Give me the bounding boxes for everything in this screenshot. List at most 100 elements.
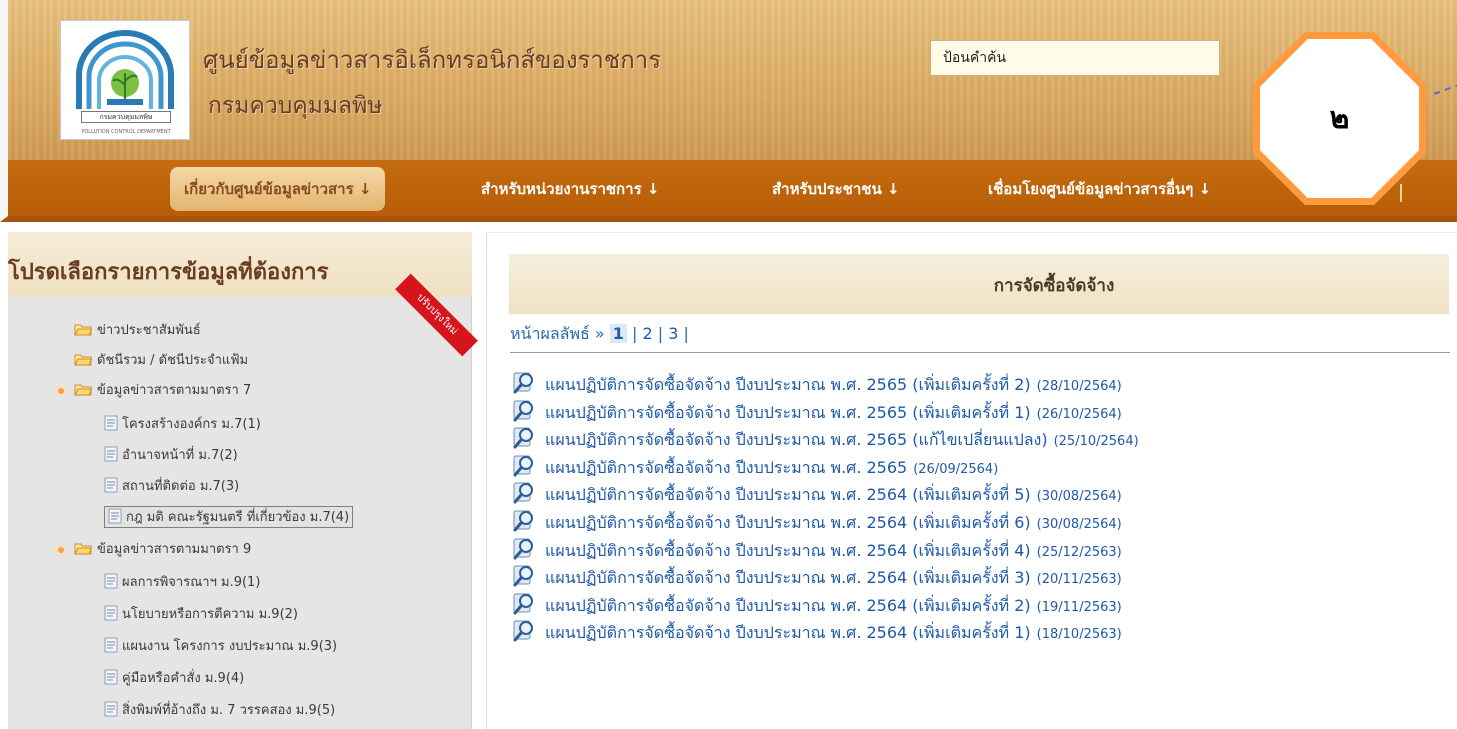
sidebar-item-label: นโยบายหรือการตีความ ม.9(2) [122, 607, 298, 622]
sidebar-item-9-2[interactable]: นโยบายหรือการตีความ ม.9(2) [104, 604, 298, 626]
document-title: แผนปฏิบัติการจัดซื้อจัดจ้าง ปีงบประมาณ พ… [545, 402, 1031, 422]
nav-for-government-agencies[interactable]: สำหรับหน่วยงานราชการ ↓ [481, 167, 659, 211]
folder-icon [74, 384, 92, 396]
logo-arch-icon [76, 30, 174, 109]
pager-separator: | [683, 324, 689, 343]
sidebar-item-label: สิ่งพิมพ์ที่อ้างถึง ม. 7 วรรคสอง ม.9(5) [122, 703, 336, 718]
document-title: แผนปฏิบัติการจัดซื้อจัดจ้าง ปีงบประมาณ พ… [545, 485, 1031, 505]
sidebar-item-7-1[interactable]: โครงสร้างองค์กร ม.7(1) [104, 414, 261, 436]
sidebar-item-9-1[interactable]: ผลการพิจารณาฯ ม.9(1) [104, 572, 260, 594]
sidebar-item-label: ผลการพิจารณาฯ ม.9(1) [122, 575, 261, 590]
sidebar-item-9-5[interactable]: สิ่งพิมพ์ที่อ้างถึง ม. 7 วรรคสอง ม.9(5) [104, 700, 335, 722]
main-nav: เกี่ยวกับศูนย์ข้อมูลข่าวสาร ↓ สำหรับหน่ว… [0, 160, 1457, 222]
logo-caption: กรมควบคุมมลพิษ [81, 111, 171, 123]
document-icon [104, 637, 118, 653]
sidebar: โปรดเลือกรายการข้อมูลที่ต้องการ ปรับปรุง… [8, 232, 478, 729]
magnifier-icon [513, 372, 533, 394]
sidebar-item-7-4[interactable]: กฎ มติ คณะรัฐมนตรี ที่เกี่ยวข้อง ม.7(4) [104, 506, 354, 528]
pager-label: หน้าผลลัพธ์ » [510, 324, 605, 343]
sidebar-item-label: ดัชนีรวม / ดัชนีประจำแฟ้ม [97, 353, 249, 368]
document-title: แผนปฏิบัติการจัดซื้อจัดจ้าง ปีงบประมาณ พ… [545, 457, 908, 477]
magnifier-icon [513, 482, 533, 504]
document-date: (19/11/2563) [1036, 599, 1122, 615]
document-icon [104, 701, 118, 717]
document-icon [108, 508, 122, 524]
document-date: (25/12/2563) [1036, 544, 1122, 560]
department-logo[interactable]: กรมควบคุมมลพิษ POLLUTION CONTROL DEPARTM… [60, 20, 190, 140]
magnifier-icon [513, 565, 533, 587]
logo-caption-english: POLLUTION CONTROL DEPARTMENT [81, 129, 171, 135]
pager-separator: | [657, 324, 664, 343]
nav-separator [1400, 184, 1402, 202]
sidebar-item-label: แผนงาน โครงการ งบประมาณ ม.9(3) [122, 639, 338, 654]
site-header: กรมควบคุมมลพิษ POLLUTION CONTROL DEPARTM… [0, 0, 1457, 160]
divider [510, 352, 1450, 353]
document-date: (26/09/2564) [913, 461, 999, 477]
document-date: (28/10/2564) [1036, 379, 1122, 394]
magnifier-icon [513, 538, 533, 560]
folder-icon [74, 354, 92, 366]
document-title: แผนปฏิบัติการจัดซื้อจัดจ้าง ปีงบประมาณ พ… [545, 623, 1031, 643]
sidebar-title: โปรดเลือกรายการข้อมูลที่ต้องการ [8, 260, 329, 285]
sidebar-item-index[interactable]: ดัชนีรวม / ดัชนีประจำแฟ้ม [74, 350, 248, 372]
document-icon [104, 669, 118, 685]
document-icon [104, 605, 118, 621]
pager-separator: | [631, 324, 638, 343]
header-texture [8, 0, 1457, 160]
sidebar-item-label: อำนาจหน้าที่ ม.7(2) [122, 448, 238, 463]
sidebar-item-label: โครงสร้างองค์กร ม.7(1) [122, 417, 261, 432]
document-date: (20/11/2563) [1036, 572, 1122, 588]
folder-icon [74, 543, 92, 555]
magnifier-icon [513, 455, 533, 477]
search-field [930, 40, 1220, 76]
page-link-3[interactable]: 3 [668, 324, 678, 343]
sidebar-item-7-3[interactable]: สถานที่ติดต่อ ม.7(3) [104, 476, 239, 498]
page-title: การจัดซื้อจัดจ้าง [993, 276, 1115, 296]
magnifier-icon [513, 620, 533, 642]
expanded-bullet-icon [56, 386, 66, 396]
page-link-2[interactable]: 2 [642, 324, 652, 343]
document-icon [104, 477, 118, 493]
document-icon [104, 446, 118, 462]
folder-icon [74, 324, 92, 336]
document-icon [104, 573, 118, 589]
sidebar-item-section-7[interactable]: ข้อมูลข่าวสารตามมาตรา 7 [74, 380, 251, 402]
sidebar-item-label: คู่มือหรือคำสั่ง ม.9(4) [122, 671, 245, 686]
sidebar-item-label: ข้อมูลข่าวสารตามมาตรา 9 [97, 542, 252, 557]
document-date: (18/10/2563) [1036, 627, 1122, 643]
sidebar-item-label: สถานที่ติดต่อ ม.7(3) [122, 479, 240, 494]
pagination: หน้าผลลัพธ์ » 1 | 2 | 3 | [510, 322, 689, 347]
sidebar-item-7-2[interactable]: อำนาจหน้าที่ ม.7(2) [104, 445, 238, 467]
nav-other-info-centers[interactable]: เชื่อมโยงศูนย์ข้อมูลข่าวสารอื่นๆ ↓ [988, 167, 1211, 211]
document-title: แผนปฏิบัติการจัดซื้อจัดจ้าง ปีงบประมาณ พ… [545, 595, 1031, 615]
site-subtitle: กรมควบคุมมลพิษ [208, 93, 383, 119]
document-title: แผนปฏิบัติการจัดซื้อจัดจ้าง ปีงบประมาณ พ… [545, 430, 1048, 450]
document-title: แผนปฏิบัติการจัดซื้อจัดจ้าง ปีงบประมาณ พ… [545, 375, 1031, 394]
page-link-1[interactable]: 1 [609, 324, 627, 343]
sidebar-item-label: ข้อมูลข่าวสารตามมาตรา 7 [97, 383, 252, 398]
site-title: ศูนย์ข้อมูลข่าวสารอิเล็กทรอนิกส์ของราชกา… [203, 46, 662, 74]
document-title: แผนปฏิบัติการจัดซื้อจัดจ้าง ปีงบประมาณ พ… [545, 568, 1031, 588]
document-title: แผนปฏิบัติการจัดซื้อจัดจ้าง ปีงบประมาณ พ… [545, 513, 1031, 532]
magnifier-icon [513, 593, 533, 615]
document-title: แผนปฏิบัติการจัดซื้อจัดจ้าง ปีงบประมาณ พ… [545, 540, 1031, 560]
sidebar-item-section-9[interactable]: ข้อมูลข่าวสารตามมาตรา 9 [74, 539, 251, 561]
document-date: (30/08/2564) [1036, 489, 1122, 505]
expanded-bullet-icon [56, 545, 66, 555]
magnifier-icon [513, 427, 533, 449]
sidebar-item-9-4[interactable]: คู่มือหรือคำสั่ง ม.9(4) [104, 668, 244, 690]
document-icon [104, 415, 118, 431]
document-date: (25/10/2564) [1053, 434, 1139, 450]
nav-about-info-center[interactable]: เกี่ยวกับศูนย์ข้อมูลข่าวสาร ↓ [170, 167, 386, 211]
sidebar-item-news[interactable]: ข่าวประชาสัมพันธ์ [74, 320, 201, 342]
sidebar-item-label: กฎ มติ คณะรัฐมนตรี ที่เกี่ยวข้อง ม.7(4) [126, 510, 350, 525]
document-date: (26/10/2564) [1036, 406, 1122, 422]
content-header: การจัดซื้อจัดจ้าง [509, 254, 1449, 314]
magnifier-icon [513, 400, 533, 422]
search-input[interactable] [943, 50, 1207, 66]
nav-for-public[interactable]: สำหรับประชาชน ↓ [772, 167, 900, 211]
magnifier-icon [513, 510, 533, 532]
sidebar-item-9-3[interactable]: แผนงาน โครงการ งบประมาณ ม.9(3) [104, 636, 337, 658]
document-date: (30/08/2564) [1036, 517, 1122, 532]
sidebar-item-label: ข่าวประชาสัมพันธ์ [97, 323, 201, 338]
